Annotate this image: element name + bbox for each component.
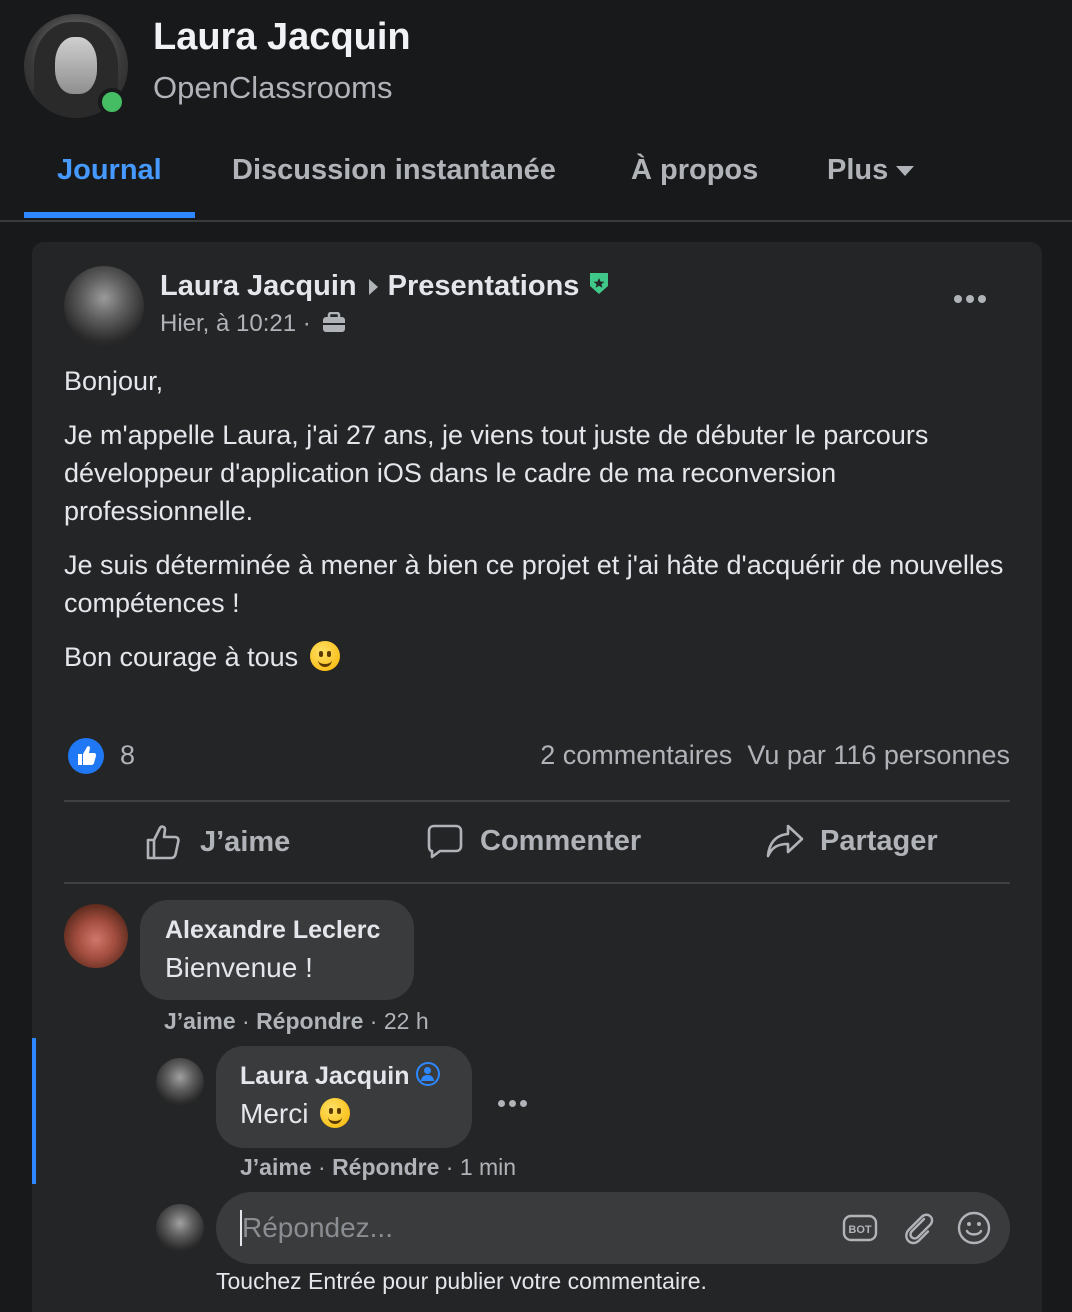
like-button-label: J’aime	[200, 825, 291, 858]
post-author-name[interactable]: Laura Jacquin	[160, 270, 357, 302]
post-stats-right: 2 commentaires Vu par 116 personnes	[540, 740, 1010, 771]
reply-bubble: Laura Jacquin Merci	[216, 1046, 472, 1148]
reply-reply-link[interactable]: Répondre	[332, 1154, 439, 1180]
like-button[interactable]: J’aime	[144, 822, 290, 862]
profile-name: Laura Jacquin	[153, 16, 411, 58]
post-time-text: Hier, à 10:21 ·	[160, 310, 311, 337]
dot-icon	[966, 295, 974, 303]
post-more-options-button[interactable]	[954, 290, 994, 310]
comments-count[interactable]: 2 commentaires	[540, 740, 732, 770]
post-stats: 8 2 commentaires Vu par 116 personnes	[64, 738, 1010, 778]
dot-icon	[978, 295, 986, 303]
reply-text-row: Merci	[240, 1098, 351, 1130]
dot-icon	[498, 1100, 505, 1107]
page: Laura Jacquin OpenClassrooms Journal Dis…	[0, 0, 1072, 1312]
post-author-avatar[interactable]	[64, 266, 144, 346]
active-tab-indicator	[24, 212, 195, 218]
tab-a-propos[interactable]: À propos	[631, 154, 758, 187]
comment-button[interactable]: Commenter	[426, 822, 641, 860]
post-paragraph: Je suis déterminée à mener à bien ce pro…	[64, 550, 1004, 618]
comment-button-label: Commenter	[480, 824, 642, 857]
bot-icon[interactable]: BOT	[842, 1210, 878, 1246]
reply-author-row: Laura Jacquin	[240, 1062, 440, 1091]
share-button[interactable]: Partager	[766, 822, 938, 860]
views-count[interactable]: Vu par 116 personnes	[747, 740, 1010, 770]
commenter-avatar[interactable]	[64, 904, 128, 968]
reply-time: · 1 min	[445, 1154, 517, 1180]
author-badge-icon	[415, 1062, 440, 1086]
reply-like-link[interactable]: J’aime	[240, 1154, 312, 1180]
post-paragraph: Je m'appelle Laura, j'ai 27 ans, je vien…	[64, 420, 929, 526]
like-count[interactable]: 8	[120, 740, 135, 771]
reply-hint: Touchez Entrée pour publier votre commen…	[216, 1268, 707, 1294]
post-actions: J’aime Commenter Partager	[64, 802, 1010, 882]
reply-author[interactable]: Laura Jacquin	[240, 1062, 410, 1090]
post-paragraph: Bonjour,	[64, 366, 164, 396]
group-badge-icon	[590, 273, 609, 294]
post-paragraph-text: Bon courage à tous	[64, 642, 299, 672]
comment-author[interactable]: Alexandre Leclerc	[165, 916, 380, 945]
current-user-avatar	[156, 1204, 204, 1252]
reply-input[interactable]	[242, 1192, 822, 1264]
reply-meta: J’aime · Répondre · 1 min	[240, 1154, 517, 1180]
tab-journal[interactable]: Journal	[57, 154, 162, 187]
like-reaction-icon[interactable]	[68, 738, 104, 774]
tab-discussion-instantanee[interactable]: Discussion instantanée	[232, 154, 556, 187]
divider	[64, 882, 1010, 884]
tab-plus-label: Plus	[827, 154, 889, 186]
reply-text: Merci	[240, 1098, 309, 1129]
chevron-down-icon	[896, 166, 915, 177]
online-status-indicator	[98, 88, 126, 116]
post-header-title: Laura Jacquin Presentations	[160, 270, 609, 303]
share-arrow-icon	[766, 824, 804, 858]
bot-icon-label: BOT	[848, 1224, 872, 1236]
thumbs-up-outline-icon	[146, 825, 180, 860]
post-body: Bonjour, Je m'appelle Laura, j'ai 27 ans…	[64, 362, 1014, 692]
comment-meta: J’aime · Répondre · 22 h	[164, 1008, 429, 1034]
comment-bubble: Alexandre Leclerc Bienvenue !	[140, 900, 414, 1000]
reply-more-options-button[interactable]	[498, 1094, 531, 1112]
dot-icon	[520, 1100, 527, 1107]
reply-thread-indicator	[32, 1038, 36, 1184]
comment-like-link[interactable]: J’aime	[164, 1008, 236, 1034]
reply-author-avatar[interactable]	[156, 1058, 204, 1106]
caret-right-icon	[368, 279, 378, 296]
comment-reply-link[interactable]: Répondre	[256, 1008, 363, 1034]
paperclip-icon[interactable]	[900, 1210, 936, 1246]
smile-emoji-icon	[320, 1098, 351, 1128]
comment-bubble-icon	[427, 824, 463, 859]
post-paragraph-last: Bon courage à tous	[64, 638, 1014, 676]
comment-time: · 22 h	[369, 1008, 429, 1034]
share-button-label: Partager	[820, 824, 938, 857]
reply-input-container[interactable]: BOT	[216, 1192, 1010, 1264]
profile-organization: OpenClassrooms	[153, 70, 393, 105]
dot-icon	[509, 1100, 516, 1107]
profile-tabs: Journal Discussion instantanée À propos …	[0, 140, 1072, 222]
tab-plus[interactable]: Plus	[827, 154, 915, 187]
briefcase-icon	[323, 311, 346, 332]
avatar-face	[55, 36, 97, 95]
thumbs-up-icon	[78, 746, 97, 765]
post-card: Laura Jacquin Presentations Hier, à 10:21…	[32, 242, 1042, 1312]
comment-text: Bienvenue !	[165, 952, 313, 983]
dot-icon	[954, 295, 962, 303]
smile-emoji-icon	[309, 641, 340, 671]
emoji-picker-icon[interactable]	[956, 1210, 992, 1246]
post-timestamp: Hier, à 10:21 ·	[160, 310, 347, 338]
post-group-name[interactable]: Presentations	[388, 270, 580, 302]
profile-header: Laura Jacquin OpenClassrooms	[0, 0, 1072, 140]
